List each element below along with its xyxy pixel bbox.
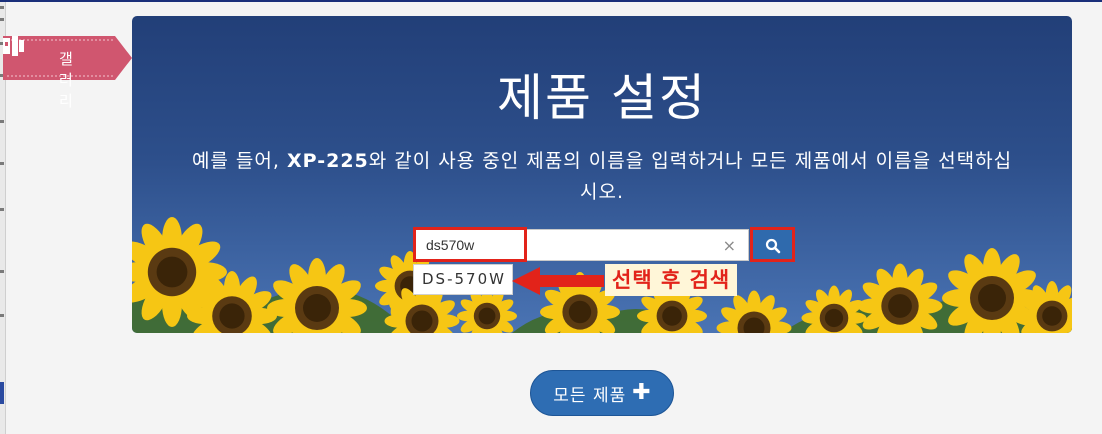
search-button[interactable] — [750, 227, 795, 262]
all-products-button[interactable]: 모든 제품 ✚ — [530, 370, 674, 416]
clear-icon[interactable]: × — [723, 236, 736, 255]
top-rule — [0, 0, 1102, 2]
all-products-label: 모든 제품 — [553, 385, 627, 406]
plus-icon: ✚ — [632, 380, 651, 405]
page-description: 예를 들어, XP-225와 같이 사용 중인 제품의 이름을 입력하거나 모든… — [187, 146, 1017, 208]
search-icon — [765, 238, 781, 254]
suggestion-item[interactable]: DS-570W — [413, 264, 513, 295]
search-input[interactable] — [426, 230, 706, 260]
annotation-arrow-icon — [512, 267, 604, 295]
description-model-example: XP-225 — [286, 150, 369, 172]
description-prefix: 예를 들어, — [191, 150, 287, 172]
page-title: 제품 설정 — [497, 69, 707, 127]
description-suffix: 와 같이 사용 중인 제품의 이름을 입력하거나 모든 제품에서 이름을 선택하… — [368, 150, 1013, 203]
gallery-tab-label: 갤러리 — [59, 50, 73, 110]
annotation-label: 선택 후 검색 — [605, 264, 738, 296]
product-search-field[interactable]: × — [413, 229, 749, 261]
gallery-icon — [3, 36, 24, 56]
